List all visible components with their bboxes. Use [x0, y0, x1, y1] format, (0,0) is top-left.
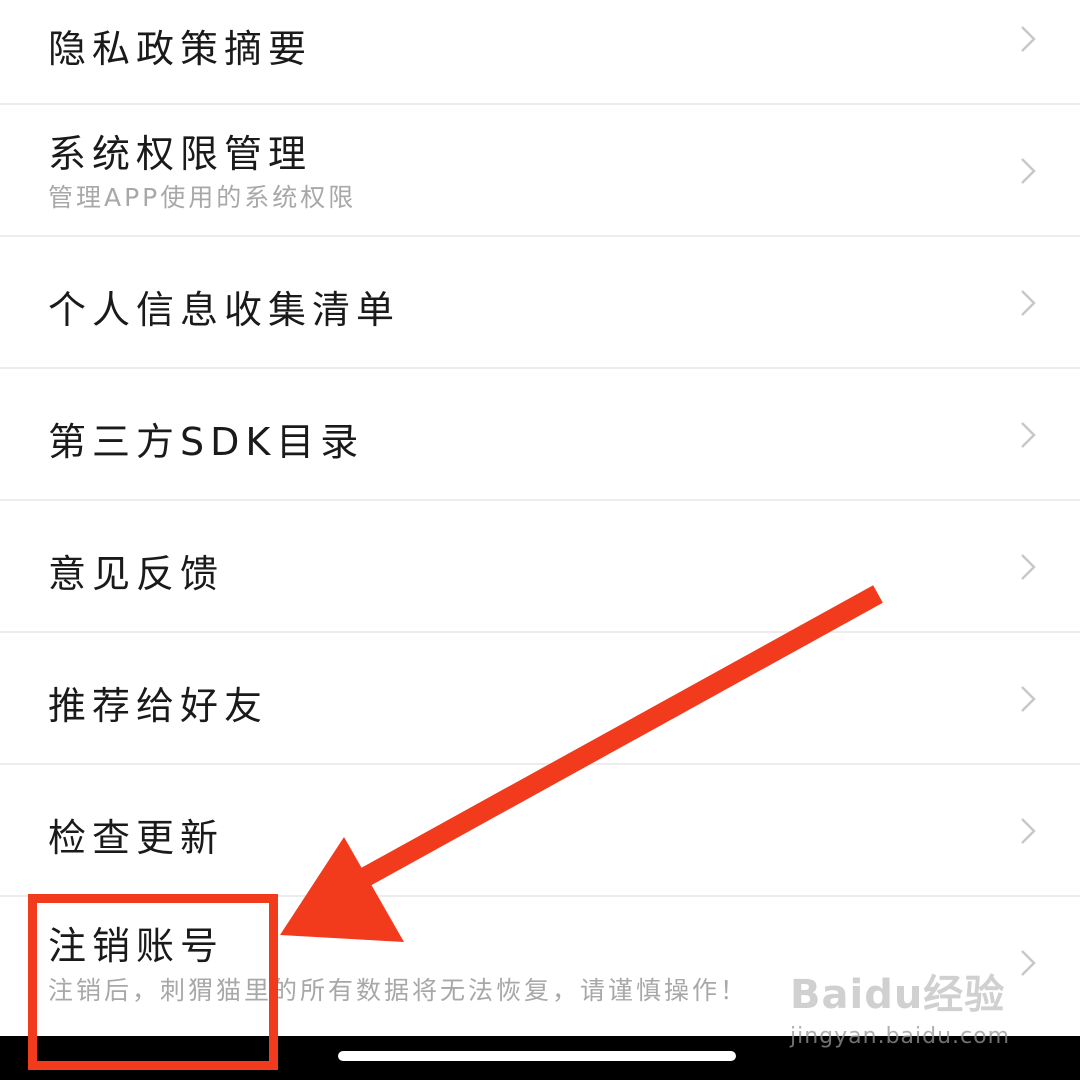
menu-item-personal-info-list[interactable]: 个人信息收集清单: [0, 237, 1080, 369]
chevron-right-icon: [1021, 686, 1036, 712]
chevron-right-icon: [1021, 158, 1036, 184]
menu-item-title: 隐私政策摘要: [48, 27, 313, 71]
menu-item-title: 系统权限管理: [48, 132, 313, 176]
menu-item-check-update[interactable]: 检查更新: [0, 765, 1080, 897]
menu-item-title: 第三方SDK目录: [48, 420, 365, 464]
menu-item-recommend-to-friends[interactable]: 推荐给好友: [0, 633, 1080, 765]
chevron-right-icon: [1021, 422, 1036, 448]
chevron-right-icon: [1021, 950, 1036, 976]
menu-item-title: 个人信息收集清单: [48, 288, 401, 332]
menu-item-privacy-summary[interactable]: 隐私政策摘要: [0, 0, 1080, 105]
settings-list: 隐私政策摘要 系统权限管理 管理APP使用的系统权限 个人信息收集清单 第三方S…: [0, 0, 1080, 1029]
chevron-right-icon: [1021, 818, 1036, 844]
chevron-right-icon: [1021, 26, 1036, 52]
menu-item-subtitle: 管理APP使用的系统权限: [48, 183, 357, 212]
annotation-highlight-box: [28, 894, 278, 1070]
settings-screen: 隐私政策摘要 系统权限管理 管理APP使用的系统权限 个人信息收集清单 第三方S…: [0, 0, 1080, 1080]
home-indicator[interactable]: [338, 1051, 736, 1061]
chevron-right-icon: [1021, 290, 1036, 316]
menu-item-feedback[interactable]: 意见反馈: [0, 501, 1080, 633]
menu-item-title: 检查更新: [48, 816, 225, 860]
menu-item-system-permissions[interactable]: 系统权限管理 管理APP使用的系统权限: [0, 105, 1080, 237]
menu-item-title: 推荐给好友: [48, 684, 269, 728]
chevron-right-icon: [1021, 554, 1036, 580]
menu-item-third-party-sdk[interactable]: 第三方SDK目录: [0, 369, 1080, 501]
menu-item-title: 意见反馈: [48, 552, 225, 596]
